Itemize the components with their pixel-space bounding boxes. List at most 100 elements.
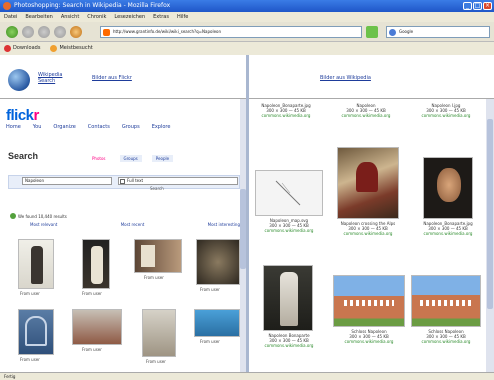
photo-caption[interactable]: From user: [200, 287, 220, 292]
back-icon[interactable]: [6, 26, 18, 38]
bookmarks-toolbar: Downloads Meistbesucht: [0, 42, 494, 54]
sort-recent[interactable]: Most recent: [121, 222, 145, 227]
photo-thumbnail[interactable]: [18, 309, 54, 355]
tab-people[interactable]: People: [151, 155, 174, 162]
sort-relevant[interactable]: Most relevant: [30, 222, 57, 227]
menu-bookmarks[interactable]: Lesezeichen: [114, 12, 145, 22]
portrait-face: [437, 168, 461, 202]
minimize-button[interactable]: _: [463, 2, 472, 10]
checkbox-icon[interactable]: [120, 179, 125, 184]
page-content: Wikipedia Search Bilder aus Flickr Bilde…: [0, 55, 494, 372]
globe-label-link[interactable]: Wikipedia Search: [38, 72, 78, 84]
search-input[interactable]: Napoleon: [22, 177, 112, 185]
image-source-link[interactable]: commons.wikimedia.org: [413, 113, 479, 118]
photo-caption[interactable]: From user: [144, 275, 164, 280]
close-button[interactable]: ×: [483, 2, 492, 10]
maximize-button[interactable]: □: [473, 2, 482, 10]
portrait-shape: [141, 245, 155, 267]
image-source-link[interactable]: commons.wikimedia.org: [415, 231, 481, 236]
flickr-nav: Home You Organize Contacts Groups Explor…: [6, 124, 170, 130]
wiki-image-thumbnail[interactable]: [423, 157, 473, 219]
wiki-image-thumbnail[interactable]: [333, 275, 405, 327]
photo-caption[interactable]: From user: [200, 339, 220, 344]
flickr-nav-organize[interactable]: Organize: [53, 124, 75, 130]
menu-file[interactable]: Datei: [4, 12, 17, 22]
search-button[interactable]: Search: [150, 186, 164, 191]
bookmark-icon: [50, 44, 58, 52]
logo-part: flick: [6, 107, 34, 124]
search-tabs: Photos Groups People: [88, 155, 174, 162]
home-icon[interactable]: [70, 26, 82, 38]
flickr-nav-contacts[interactable]: Contacts: [88, 124, 110, 130]
image-caption: Napoleon Bonaparte 300 × 300 — 45 KB com…: [255, 333, 323, 348]
bookmark-downloads[interactable]: Downloads: [4, 44, 40, 52]
photo-caption[interactable]: From user: [82, 291, 102, 296]
flickr-nav-explore[interactable]: Explore: [152, 124, 171, 130]
painting-figure: [356, 162, 378, 192]
bookmark-most-visited[interactable]: Meistbesucht: [50, 44, 93, 52]
menu-help[interactable]: Hilfe: [177, 12, 188, 22]
flickr-images-link[interactable]: Bilder aus Flickr: [92, 75, 132, 81]
firefox-icon: [3, 2, 11, 10]
image-source-link[interactable]: commons.wikimedia.org: [255, 343, 323, 348]
statue-shape: [280, 272, 298, 326]
title-bar: Photoshopping: Search in Wikipedia - Moz…: [0, 0, 494, 12]
photo-thumbnail[interactable]: [196, 239, 240, 285]
wikipedia-images-link[interactable]: Bilder aus Wikipedia: [320, 75, 371, 81]
search-scope-select[interactable]: Full text: [118, 177, 238, 185]
scroll-thumb[interactable]: [487, 119, 493, 309]
image-caption: Napoleon I.jpg 300 × 300 — 45 KB commons…: [413, 103, 479, 118]
window-title: Photoshopping: Search in Wikipedia - Moz…: [14, 2, 171, 9]
image-source-link[interactable]: commons.wikimedia.org: [255, 228, 323, 233]
photo-thumbnail[interactable]: [18, 239, 54, 289]
select-value: Full text: [127, 178, 144, 183]
wikipedia-pane: Napoleon_Bonaparte.jpg 300 × 300 — 45 KB…: [249, 99, 494, 372]
wiki-image-thumbnail[interactable]: [263, 265, 313, 331]
photo-thumbnail[interactable]: [194, 309, 240, 337]
url-bar[interactable]: http://www.grantinfo.de/wiki/wiki_search…: [100, 26, 362, 38]
forward-icon[interactable]: [22, 26, 34, 38]
photo-thumbnail[interactable]: [82, 239, 110, 289]
scroll-thumb[interactable]: [240, 189, 246, 269]
flickr-nav-you[interactable]: You: [33, 124, 42, 130]
stop-icon[interactable]: [54, 26, 66, 38]
reload-icon[interactable]: [38, 26, 50, 38]
image-source-link[interactable]: commons.wikimedia.org: [255, 113, 317, 118]
image-caption: Schloss Napoleon 300 × 300 — 45 KB commo…: [411, 329, 481, 344]
flickr-nav-groups[interactable]: Groups: [122, 124, 140, 130]
navigation-toolbar: http://www.grantinfo.de/wiki/wiki_search…: [0, 22, 494, 42]
image-source-link[interactable]: commons.wikimedia.org: [335, 113, 397, 118]
menu-view[interactable]: Ansicht: [61, 12, 79, 22]
left-scrollbar[interactable]: [240, 99, 246, 372]
flickr-logo[interactable]: flickr: [6, 107, 39, 124]
logo-part: r: [33, 107, 40, 124]
search-engine-icon: [389, 29, 396, 36]
flickr-nav-home[interactable]: Home: [6, 124, 21, 130]
menu-history[interactable]: Chronik: [87, 12, 106, 22]
image-source-link[interactable]: commons.wikimedia.org: [335, 231, 401, 236]
photo-thumbnail[interactable]: [142, 309, 176, 357]
wiki-image-thumbnail[interactable]: [255, 170, 323, 216]
photo-caption[interactable]: From user: [82, 347, 102, 352]
tab-groups[interactable]: Groups: [119, 155, 142, 162]
sort-interesting[interactable]: Most interesting: [208, 222, 240, 227]
image-source-link[interactable]: commons.wikimedia.org: [333, 339, 405, 344]
wiki-image-thumbnail[interactable]: [337, 147, 399, 219]
image-caption: Napoleon_Bonaparte.jpg 300 × 300 — 45 KB…: [415, 221, 481, 236]
photo-thumbnail[interactable]: [72, 309, 122, 345]
menu-tools[interactable]: Extras: [153, 12, 169, 22]
right-scrollbar[interactable]: [486, 99, 494, 372]
go-button[interactable]: [366, 26, 378, 38]
wikipedia-globe-icon: [8, 69, 30, 91]
photo-caption[interactable]: From user: [20, 291, 40, 296]
building-windows: [420, 300, 472, 306]
tab-photos[interactable]: Photos: [88, 155, 110, 162]
statue-shape: [31, 246, 43, 284]
menu-edit[interactable]: Bearbeiten: [25, 12, 52, 22]
photo-thumbnail[interactable]: [134, 239, 182, 273]
wiki-image-thumbnail[interactable]: [411, 275, 481, 327]
image-source-link[interactable]: commons.wikimedia.org: [411, 339, 481, 344]
search-bar[interactable]: Google: [386, 26, 490, 38]
photo-caption[interactable]: From user: [20, 357, 40, 362]
photo-caption[interactable]: From user: [146, 359, 166, 364]
